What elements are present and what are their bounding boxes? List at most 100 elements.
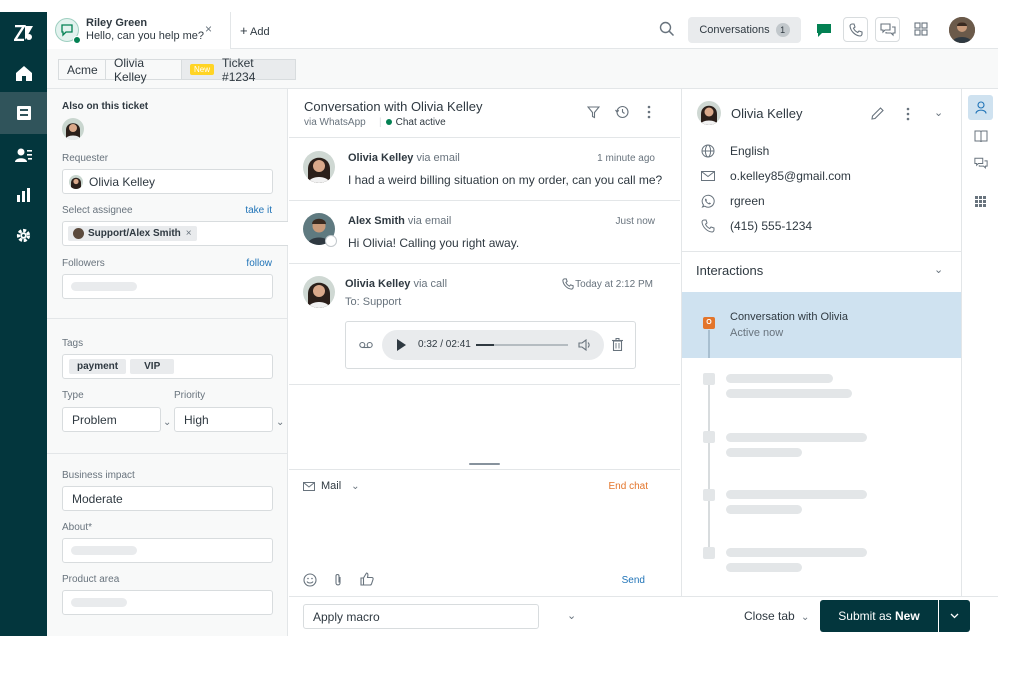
chevron-down-icon[interactable]: ⌄ [934,106,943,119]
audio-time: 0:32 / 02:41 [418,339,471,350]
chevron-down-icon[interactable]: ⌄ [163,417,171,428]
product-tray-icon[interactable] [914,22,928,36]
requester-field[interactable]: Olivia Kelley [62,169,273,194]
trash-icon[interactable] [612,338,623,351]
chat-status: | Chat active [379,117,446,128]
close-tab-icon[interactable]: × [205,22,212,36]
volume-icon[interactable] [578,339,592,351]
customer-language: English [730,144,770,158]
conversations-button[interactable]: Conversations 1 [688,17,801,43]
divider [47,318,288,319]
whatsapp-icon [701,194,715,208]
apply-macro-field[interactable]: Apply macro [303,604,539,629]
emoji-icon[interactable] [303,573,317,587]
chevron-down-icon: ⌄ [351,480,360,492]
zendesk-logo-icon[interactable] [0,12,47,54]
conversations-label: Conversations [699,24,770,36]
close-tab-button[interactable]: Close tab ⌄ [744,609,809,623]
customers-icon[interactable] [0,134,47,176]
collaborator-avatar[interactable] [62,118,84,140]
submit-label: Submit as [838,609,895,623]
followers-field[interactable] [62,274,273,299]
user-avatar[interactable] [949,17,975,43]
customer-context-panel: Olivia Kelley ⌄ English o.kelley85@gmail… [681,89,962,596]
about-label: About* [62,522,93,533]
edit-pencil-icon[interactable] [871,107,884,120]
message-time: Just now [615,216,655,227]
breadcrumb-org[interactable]: Acme [58,59,106,80]
add-tab-label: Add [250,26,270,38]
history-icon[interactable] [615,105,629,119]
more-options-icon[interactable] [647,105,651,119]
home-icon[interactable] [0,52,47,94]
breadcrumb-ticket[interactable]: New Ticket #1234 [181,56,296,84]
tags-label: Tags [62,338,84,349]
send-button[interactable]: Send [622,575,645,586]
conversation-channel: via WhatsApp [304,117,366,128]
conversations-count: 1 [775,23,790,37]
placeholder-skeleton [71,598,127,607]
chevron-down-icon[interactable]: ⌄ [276,417,284,428]
views-icon[interactable] [0,92,47,134]
apps-grid-icon[interactable] [968,189,993,214]
take-it-link[interactable]: take it [245,205,272,216]
placeholder-skeleton [726,374,833,383]
customer-avatar [697,101,721,125]
business-impact-field[interactable]: Moderate [62,486,273,511]
interaction-status: Active now [730,327,784,339]
customer-context-icon[interactable] [968,95,993,120]
assignee-field[interactable]: Support/Alex Smith × [62,221,288,246]
type-select[interactable]: Problem [62,407,161,432]
submit-button[interactable]: Submit as New [820,600,938,632]
breadcrumb-requester[interactable]: Olivia Kelley [105,56,182,84]
tags-field[interactable]: payment VIP [62,354,273,379]
add-tab-button[interactable]: + Add [240,23,270,38]
admin-gear-icon[interactable] [0,214,47,256]
channel-switcher[interactable]: Mail ⌄ [303,480,360,492]
business-impact-label: Business impact [62,470,135,481]
chat-status-icon[interactable] [811,17,836,42]
email-icon [701,171,715,181]
attachment-icon[interactable] [333,573,343,587]
play-icon[interactable] [397,339,406,351]
message-author: Olivia Kelley via email [348,152,460,164]
placeholder-skeleton [726,505,802,514]
end-chat-button[interactable]: End chat [609,481,648,492]
tag-chip[interactable]: VIP [130,359,175,374]
reporting-icon[interactable] [0,174,47,216]
followers-label: Followers [62,258,105,269]
follow-link[interactable]: follow [246,258,272,269]
message-author: Alex Smith via email [348,215,452,227]
interaction-item-active[interactable]: O Conversation with Olivia Active now [682,292,962,358]
chevron-down-icon: ⌄ [801,612,810,623]
search-icon[interactable] [659,21,675,37]
timeline-marker [703,431,715,443]
priority-select[interactable]: High [174,407,273,432]
remove-assignee-icon[interactable]: × [186,228,192,239]
about-field[interactable] [62,538,273,563]
plus-icon: + [240,23,248,38]
submit-options-button[interactable] [939,600,970,632]
tag-chip[interactable]: payment [69,359,127,374]
resize-handle[interactable] [469,463,500,465]
filter-icon[interactable] [587,106,600,119]
thumbs-up-icon[interactable] [360,572,374,586]
interactions-header[interactable]: Interactions ⌄ [682,251,962,292]
customer-email[interactable]: o.kelley85@gmail.com [730,169,851,183]
audio-player: 0:32 / 02:41 [382,330,604,360]
assignee-value: Support/Alex Smith [88,228,181,239]
product-area-field[interactable] [62,590,273,615]
assignee-chip[interactable]: Support/Alex Smith × [68,226,197,241]
tab-riley-green[interactable]: Riley Green Hello, can you help me? × [47,12,231,49]
audio-progress-track[interactable] [476,344,568,346]
olivia-avatar [303,276,335,308]
call-recording: 0:32 / 02:41 [345,321,636,369]
messaging-icon[interactable] [875,17,900,42]
customer-phone[interactable]: (415) 555-1234 [730,219,812,233]
side-conversations-icon[interactable] [968,151,993,176]
phone-icon[interactable] [843,17,868,42]
requester-value: Olivia Kelley [89,174,156,189]
knowledge-icon[interactable] [968,123,993,148]
more-options-icon[interactable] [906,107,910,121]
chevron-down-icon[interactable]: ⌄ [567,609,576,622]
